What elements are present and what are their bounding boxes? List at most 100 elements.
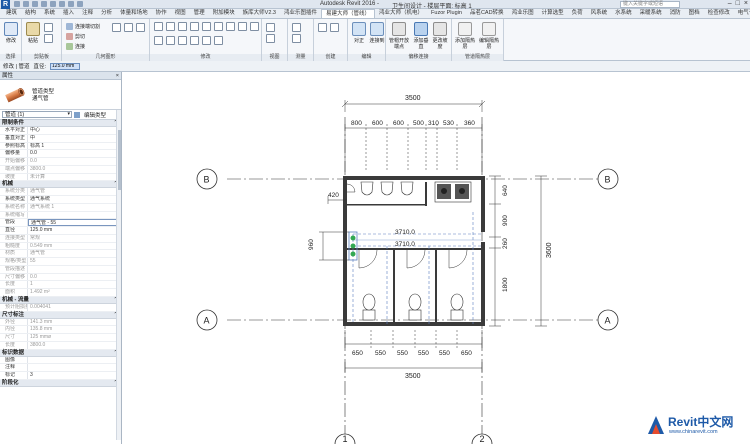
drawing-canvas[interactable]: B B A A 1 2 3500 800 600 600 500 310 530… xyxy=(123,72,750,444)
tab-16[interactable]: 品茗CAD转换 xyxy=(466,9,508,18)
hide-icon[interactable] xyxy=(266,23,275,32)
paste-button[interactable]: 粘贴 xyxy=(24,22,42,52)
measure-icon[interactable] xyxy=(59,1,65,7)
tab-21[interactable]: 水系统 xyxy=(611,9,636,18)
property-group-header[interactable]: 机械⌃ xyxy=(0,181,121,189)
property-value[interactable]: 3 xyxy=(28,372,121,379)
dimension-icon[interactable] xyxy=(292,34,301,43)
type-selector[interactable]: 管道类型 通气管 xyxy=(0,80,121,110)
print-icon[interactable] xyxy=(50,1,56,7)
tab-6[interactable]: 体量和场地 xyxy=(116,9,152,18)
tab-12[interactable]: 鸿业乐图插件 xyxy=(280,9,321,18)
tab-20[interactable]: 风系统 xyxy=(587,9,612,18)
search-input[interactable]: 键入关键字或短语 xyxy=(620,1,680,8)
property-value[interactable] xyxy=(28,364,121,371)
tab-23[interactable]: 消防 xyxy=(666,9,685,18)
copy-tool-icon[interactable] xyxy=(214,22,223,31)
paint-icon[interactable] xyxy=(124,23,133,32)
property-group-header[interactable]: 限制条件⌃ xyxy=(0,120,121,127)
3d-view-icon[interactable] xyxy=(77,1,83,7)
text-icon[interactable] xyxy=(68,1,74,7)
extend-icon[interactable] xyxy=(214,36,223,45)
property-group-header[interactable]: 阶段化⌃ xyxy=(0,379,121,387)
modify-button[interactable]: 修改 xyxy=(2,22,20,52)
dim-right[interactable] xyxy=(489,175,547,327)
pin-icon[interactable] xyxy=(178,36,187,45)
cut-join-button[interactable]: 连接端切割 xyxy=(66,22,100,30)
tab-0[interactable]: 建筑 xyxy=(2,9,21,18)
maximize-icon[interactable]: □ xyxy=(736,0,740,7)
tab-8[interactable]: 视图 xyxy=(171,9,190,18)
tab-19[interactable]: 负荷 xyxy=(568,9,587,18)
property-value[interactable]: 125.0 mm xyxy=(28,227,121,234)
tab-10[interactable]: 附加模块 xyxy=(209,9,239,18)
tab-4[interactable]: 注释 xyxy=(78,9,97,18)
add-vertical-button[interactable]: 添加垂直 xyxy=(412,22,430,52)
cut-button[interactable]: 剪切 xyxy=(66,32,85,40)
array-icon[interactable] xyxy=(166,36,175,45)
property-value[interactable]: 中 xyxy=(28,135,121,142)
tab-15[interactable]: Fuzor Plugin xyxy=(427,9,466,18)
split-element-icon[interactable] xyxy=(250,22,259,31)
toilets[interactable] xyxy=(362,293,464,321)
edit-insulation-button[interactable]: 编辑隔热层 xyxy=(478,22,500,52)
tab-1[interactable]: 结构 xyxy=(21,9,40,18)
tab-3[interactable]: 插入 xyxy=(59,9,78,18)
create-part-icon[interactable] xyxy=(318,23,327,32)
connect-button[interactable]: 连接到 xyxy=(368,22,386,52)
mirror-draw-icon[interactable] xyxy=(190,22,199,31)
redo-icon[interactable] xyxy=(41,1,47,7)
override-icon[interactable] xyxy=(266,34,275,43)
tab-14[interactable]: 鸿业大师（机电） xyxy=(375,9,427,18)
properties-scrollbar[interactable] xyxy=(116,110,121,440)
property-value[interactable]: 0.0 xyxy=(28,150,121,157)
copy-icon[interactable] xyxy=(44,23,53,32)
offset-icon[interactable] xyxy=(166,22,175,31)
tab-2[interactable]: 系统 xyxy=(40,9,59,18)
mirror-axis-icon[interactable] xyxy=(178,22,187,31)
align-button[interactable]: 对正 xyxy=(350,22,368,52)
tab-11[interactable]: 族库大师V2.3 xyxy=(239,9,280,18)
property-value[interactable]: 通气管 - 55 xyxy=(28,219,121,226)
tab-25[interactable]: 检查修改 xyxy=(704,9,734,18)
measure-tool-icon[interactable] xyxy=(292,23,301,32)
tab-13[interactable]: 易建大师（管线） xyxy=(321,9,376,18)
tab-9[interactable]: 管理 xyxy=(190,9,209,18)
tab-18[interactable]: 计算选型 xyxy=(538,9,568,18)
trim-icon[interactable] xyxy=(238,22,247,31)
tab-24[interactable]: 图档 xyxy=(685,9,704,18)
move-icon[interactable] xyxy=(202,22,211,31)
tab-7[interactable]: 协作 xyxy=(152,9,171,18)
change-slope-button[interactable]: 更改坡度 xyxy=(431,22,449,52)
property-value[interactable]: 通气系统 xyxy=(28,196,121,203)
property-value[interactable]: 中心 xyxy=(28,127,121,134)
close-properties-icon[interactable]: × xyxy=(116,72,119,80)
minimize-icon[interactable]: – xyxy=(728,0,732,7)
edit-type-button[interactable]: 编辑类型 xyxy=(84,111,106,119)
undo-icon[interactable] xyxy=(32,1,38,7)
create-group-icon[interactable] xyxy=(330,23,339,32)
rotate-icon[interactable] xyxy=(226,22,235,31)
tab-26[interactable]: 电气专业 xyxy=(734,9,750,18)
tab-17[interactable]: 鸿业乐图 xyxy=(508,9,538,18)
property-group-header[interactable]: 尺寸标注⌃ xyxy=(0,311,121,319)
open-icon[interactable] xyxy=(14,1,20,7)
unpin-icon[interactable] xyxy=(190,36,199,45)
delete-icon[interactable] xyxy=(202,36,211,45)
sinks[interactable] xyxy=(434,181,472,203)
add-insulation-button[interactable]: 添加隔热层 xyxy=(454,22,476,52)
cap-button[interactable]: 管帽开放端点 xyxy=(388,22,410,52)
tab-22[interactable]: 采暖系统 xyxy=(636,9,666,18)
revit-logo-icon[interactable]: R xyxy=(1,0,10,9)
floor-plan[interactable]: B B A A 1 2 3500 800 600 600 500 310 530… xyxy=(123,72,750,444)
align-icon[interactable] xyxy=(154,22,163,31)
close-icon[interactable]: × xyxy=(744,0,748,7)
wall-join-icon[interactable] xyxy=(136,23,145,32)
property-value[interactable] xyxy=(28,357,121,364)
scale-icon[interactable] xyxy=(154,36,163,45)
dim-top-parts[interactable] xyxy=(344,124,483,172)
diameter-input[interactable] xyxy=(50,62,81,70)
urinals[interactable] xyxy=(360,181,414,196)
split-icon[interactable] xyxy=(112,23,121,32)
scroll-thumb[interactable] xyxy=(118,130,121,190)
